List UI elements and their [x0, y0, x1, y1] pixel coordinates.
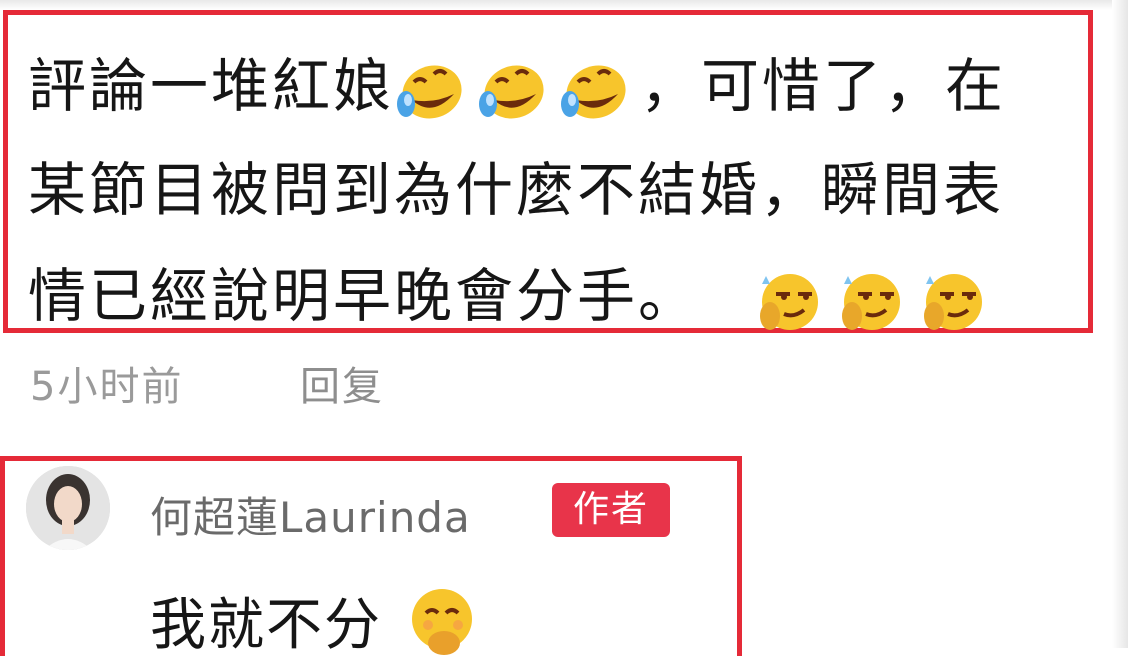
avatar-portrait-icon	[26, 466, 110, 550]
rofl-emoji-icon	[561, 65, 626, 119]
reply-text: 我就不分	[150, 580, 482, 661]
rofl-emoji-icon	[479, 65, 544, 119]
comment-line-2: 某節目被問到為什麼不結婚，瞬間表	[28, 156, 1005, 224]
comment-line-1-tail: ，可惜了，在	[640, 51, 1007, 120]
smirk-sweat-emoji-icon	[842, 273, 901, 330]
avatar[interactable]	[26, 466, 110, 550]
comment-line-1: 評論一堆紅娘 ，可惜了，在	[28, 52, 1088, 124]
smile-hand-emoji-icon	[411, 588, 472, 655]
comment-line-3: 情已經說明早晚會分手。	[28, 262, 1088, 334]
author-badge: 作者	[552, 483, 670, 537]
reply-button[interactable]: 回复	[300, 354, 384, 412]
smirk-emoji-group	[750, 268, 996, 334]
right-edge-shadow	[1112, 0, 1128, 648]
comment-timestamp: 5小时前	[30, 364, 184, 410]
reply-username[interactable]: 何超蓮Laurinda	[150, 484, 471, 545]
comment-line-3-text: 情已經說明早晚會分手。	[28, 261, 700, 330]
reply-text-content: 我就不分	[150, 593, 382, 658]
comment-line-1-text: 評論一堆紅娘	[28, 51, 395, 120]
smirk-sweat-emoji-icon	[924, 273, 983, 330]
laugh-emoji-group	[394, 58, 640, 124]
rofl-emoji-icon	[397, 65, 462, 119]
top-cropped-strip	[0, 0, 1128, 10]
smirk-sweat-emoji-icon	[760, 273, 819, 330]
